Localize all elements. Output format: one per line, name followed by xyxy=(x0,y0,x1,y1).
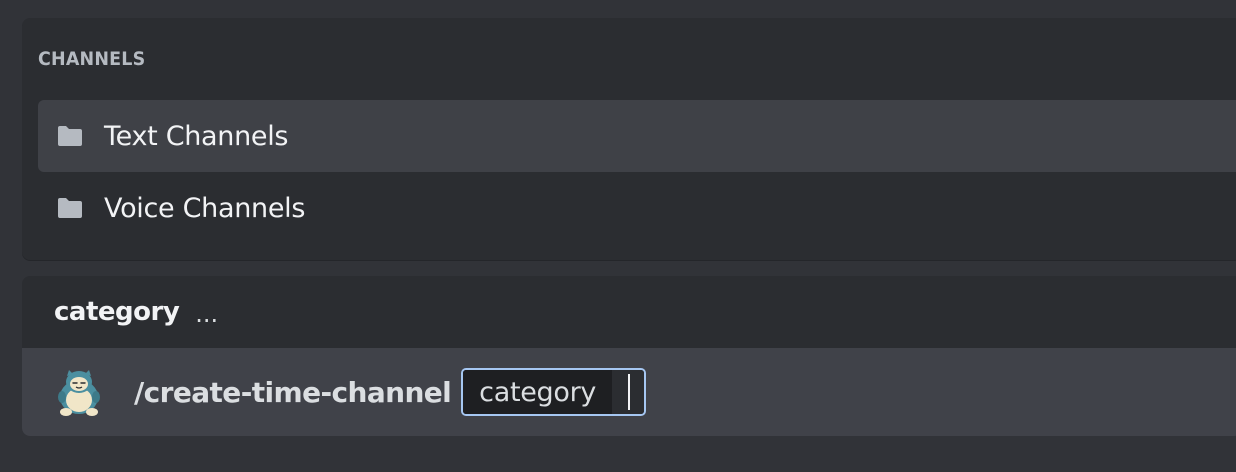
autocomplete-ellipsis: ... xyxy=(195,300,219,328)
command-autocomplete-panel: category ... /create-time-channel catego… xyxy=(22,276,1236,436)
discord-window: CHANNELS Text Channels Voice Channels ca… xyxy=(0,0,1236,472)
option-name-label: category xyxy=(463,370,613,414)
top-strip xyxy=(0,0,1236,14)
channel-item-voice-channels[interactable]: Voice Channels xyxy=(38,172,1236,244)
autocomplete-title: category xyxy=(54,297,180,327)
folder-icon xyxy=(56,125,84,147)
command-suggestion-row[interactable]: /create-time-channel category xyxy=(22,348,1236,436)
channels-panel: CHANNELS Text Channels Voice Channels xyxy=(22,18,1236,260)
text-caret xyxy=(628,374,631,410)
channel-item-text-channels[interactable]: Text Channels xyxy=(38,100,1236,172)
command-name: /create-time-channel xyxy=(134,375,452,409)
channel-item-label: Voice Channels xyxy=(104,192,306,224)
option-value-input[interactable] xyxy=(612,370,645,414)
snorlax-avatar-icon xyxy=(54,367,104,417)
command-option-pill[interactable]: category xyxy=(461,368,647,416)
autocomplete-header: category ... xyxy=(22,276,1236,348)
channels-header: CHANNELS xyxy=(38,48,146,70)
channel-item-label: Text Channels xyxy=(104,120,289,152)
folder-icon xyxy=(56,197,84,219)
